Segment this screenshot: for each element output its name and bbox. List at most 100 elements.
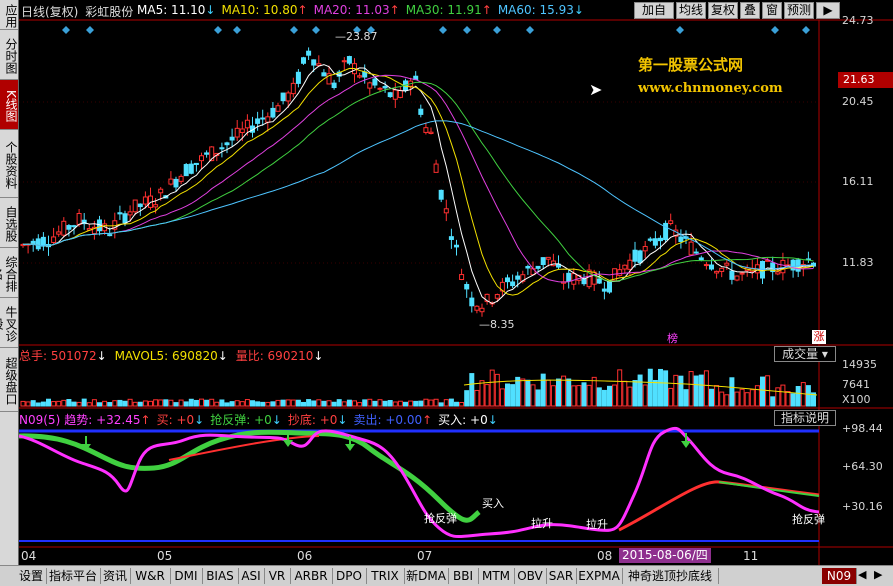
- candle-body: [199, 155, 204, 162]
- bottom-tab-13[interactable]: MTM: [478, 568, 515, 584]
- volume-bar: [790, 393, 796, 407]
- nav-item-5[interactable]: 综合排名: [0, 248, 18, 298]
- tab-scroll-right-icon[interactable]: ▶: [874, 568, 882, 581]
- volume-bar: [301, 401, 306, 407]
- candle-body: [550, 260, 556, 267]
- volume-bar: [255, 401, 261, 407]
- volume-bar: [479, 380, 485, 407]
- volume-bar: [214, 401, 220, 407]
- candle-body: [397, 89, 403, 98]
- volume-bar: [46, 398, 51, 407]
- candle-body: [703, 264, 709, 267]
- bottom-tab-active[interactable]: N09: [822, 568, 857, 584]
- volume-bar: [56, 400, 62, 407]
- candle-body: [137, 203, 143, 208]
- volume-bar: [540, 373, 546, 407]
- candle-body: [142, 196, 148, 205]
- volume-bar: [658, 368, 663, 407]
- nav-item-2[interactable]: K线图: [0, 80, 18, 130]
- volume-bar: [469, 373, 475, 407]
- candle-body: [40, 236, 46, 247]
- bottom-tab-3[interactable]: W&R: [130, 568, 171, 584]
- candle-body: [158, 188, 164, 194]
- bottom-tab-12[interactable]: BBI: [448, 568, 479, 584]
- volume-bar: [117, 399, 123, 407]
- candle-body: [346, 56, 352, 64]
- signal-diamond-icon: [214, 26, 222, 34]
- bang-tag: 榜: [667, 332, 678, 345]
- volume-bar: [183, 401, 189, 407]
- volume-bar: [377, 399, 383, 407]
- chevron-down-icon: ▾: [818, 347, 828, 361]
- indicator-value-0: 趋势: +32.45↑: [64, 413, 151, 427]
- volume-bar: [505, 383, 510, 407]
- volume-bar: [250, 400, 255, 407]
- bottom-tab-2[interactable]: 资讯: [100, 568, 131, 584]
- bottom-tab-4[interactable]: DMI: [170, 568, 203, 584]
- volume-bar: [647, 368, 653, 407]
- candle-body: [627, 259, 633, 270]
- nav-item-4[interactable]: 自选股: [0, 198, 18, 248]
- volume-bar: [714, 385, 720, 407]
- candle-body: [688, 241, 694, 256]
- ma30-line: [22, 81, 814, 282]
- indicator-value-3: 抄底: +0↓: [287, 413, 348, 427]
- bottom-tab-7[interactable]: VR: [264, 568, 291, 584]
- candle-body: [571, 273, 577, 285]
- candle-body: [224, 142, 230, 146]
- indicator-signal-label: 抢反弹: [424, 511, 457, 525]
- volume-type-dropdown[interactable]: 成交量 ▾: [774, 346, 836, 362]
- volume-bar: [688, 371, 694, 407]
- candle-body: [622, 264, 628, 270]
- volume-bar: [510, 384, 516, 407]
- bottom-tab-17[interactable]: 神奇逃顶抄底线: [622, 568, 719, 584]
- indicator-tick-2: +30.16: [842, 500, 883, 513]
- indicator-help-button[interactable]: 指标说明: [774, 410, 836, 426]
- price-tick-3: 11.83: [842, 256, 874, 269]
- indicator-header: N09(5) 趋势: +32.45↑ 买: +0↓ 抢反弹: +0↓ 抄底: +0↓ 卖出…: [19, 411, 504, 428]
- volume-tick-1: 7641: [842, 378, 870, 391]
- candle-body: [234, 127, 240, 138]
- bottom-tab-9[interactable]: DPO: [332, 568, 367, 584]
- bottom-tab-14[interactable]: OBV: [514, 568, 547, 584]
- candle-body: [678, 236, 684, 243]
- nav-item-7[interactable]: 超级盘口: [0, 348, 18, 412]
- bottom-tab-15[interactable]: SAR: [546, 568, 577, 584]
- volume-bar: [280, 399, 286, 407]
- candle-body: [229, 136, 235, 141]
- candle-body: [510, 281, 516, 287]
- volume-header: 总手: 501072↓ MAVOL5: 690820↓ 量比: 690210↓: [19, 347, 323, 364]
- volume-bar: [270, 401, 276, 407]
- bottom-tab-5[interactable]: BIAS: [202, 568, 239, 584]
- tab-scroll-left-icon[interactable]: ◀: [858, 568, 866, 581]
- bottom-tab-16[interactable]: EXPMA: [576, 568, 623, 584]
- candle-body: [734, 275, 740, 281]
- date-cursor-label: 2015-08-06/四: [619, 548, 711, 563]
- volume-bar: [494, 373, 500, 407]
- nav-item-3[interactable]: 个股资料: [0, 130, 18, 198]
- nav-item-1[interactable]: 分时图: [0, 30, 18, 80]
- candle-body: [515, 275, 521, 280]
- bottom-tab-11[interactable]: 新DMA: [404, 568, 449, 584]
- bottom-tab-0[interactable]: 设置: [16, 568, 47, 584]
- current-price-tag: 21.63: [838, 72, 893, 88]
- nav-item-0[interactable]: 应用: [0, 0, 18, 30]
- volume-bar: [244, 399, 250, 407]
- candle-body: [295, 71, 301, 84]
- volume-bar: [693, 375, 699, 407]
- nav-item-6[interactable]: 牛叉诊股: [0, 298, 18, 348]
- candle-body: [270, 107, 276, 118]
- volume-bar: [346, 399, 352, 407]
- bottom-tab-1[interactable]: 指标平台: [46, 568, 101, 584]
- candle-body: [244, 119, 250, 129]
- volume-bar: [612, 384, 618, 407]
- bottom-tab-8[interactable]: ARBR: [290, 568, 333, 584]
- ma20-line: [22, 74, 814, 283]
- volume-bar: [556, 378, 561, 407]
- volume-bar: [357, 402, 363, 407]
- volume-bar: [66, 399, 72, 407]
- bottom-tab-6[interactable]: ASI: [238, 568, 265, 584]
- candle-body: [714, 270, 720, 274]
- bottom-tab-10[interactable]: TRIX: [366, 568, 405, 584]
- volume-bar: [525, 379, 531, 407]
